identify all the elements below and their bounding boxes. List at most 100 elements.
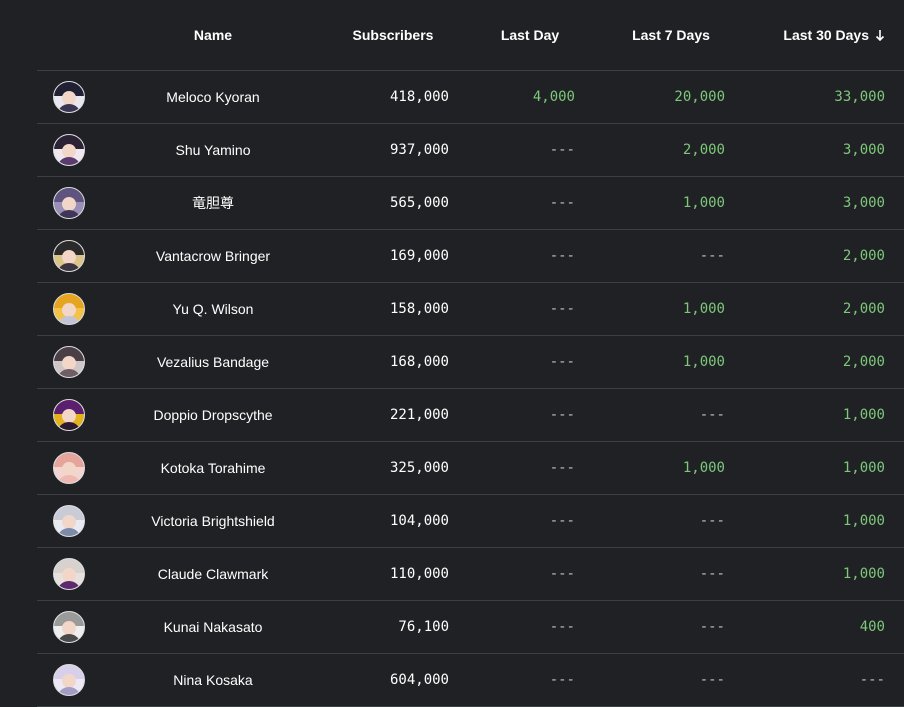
- last-day-change: ---: [549, 301, 575, 317]
- avatar[interactable]: [53, 346, 85, 378]
- avatar[interactable]: [53, 81, 85, 113]
- last-day-change: ---: [549, 619, 575, 635]
- last-day-change: ---: [549, 248, 575, 264]
- avatar-cell: [53, 389, 85, 441]
- subscriber-count: 221,000: [389, 407, 449, 423]
- channel-name[interactable]: Claude Clawmark: [133, 548, 293, 600]
- channel-name[interactable]: Doppio Dropscythe: [133, 389, 293, 441]
- last-day-change: ---: [549, 460, 575, 476]
- avatar-body: [57, 528, 81, 536]
- last-7-days-change: 1,000: [682, 301, 725, 317]
- table-row[interactable]: Victoria Brightshield 104,000 --- --- 1,000: [37, 495, 904, 548]
- channel-name[interactable]: Yu Q. Wilson: [133, 283, 293, 335]
- avatar-face: [62, 409, 76, 423]
- avatar-face: [62, 515, 76, 529]
- last-7-days-change: 20,000: [674, 89, 725, 105]
- table-row[interactable]: Nina Kosaka 604,000 --- --- ---: [37, 654, 904, 707]
- channel-name[interactable]: Meloco Kyoran: [133, 71, 293, 123]
- last-7-days-change: ---: [699, 513, 725, 529]
- channel-name[interactable]: Kunai Nakasato: [133, 601, 293, 653]
- avatar-cell: [53, 124, 85, 176]
- last-30-days-change: 2,000: [842, 301, 885, 317]
- last-day-change: ---: [549, 672, 575, 688]
- last-30-days-change: 1,000: [842, 407, 885, 423]
- subscriber-count: 937,000: [389, 142, 449, 158]
- avatar[interactable]: [53, 558, 85, 590]
- channel-name[interactable]: Victoria Brightshield: [133, 495, 293, 547]
- subscriber-count: 325,000: [389, 460, 449, 476]
- table-row[interactable]: Shu Yamino 937,000 --- 2,000 3,000: [37, 124, 904, 177]
- avatar-face: [62, 303, 76, 317]
- table-header: Name Subscribers Last Day Last 7 Days La…: [37, 0, 904, 71]
- column-header-last-7-days[interactable]: Last 7 Days: [615, 0, 727, 70]
- table-row[interactable]: Meloco Kyoran 418,000 4,000 20,000 33,000: [37, 71, 904, 124]
- avatar[interactable]: [53, 452, 85, 484]
- last-30-days-change: 400: [859, 619, 885, 635]
- avatar[interactable]: [53, 399, 85, 431]
- avatar-face: [62, 250, 76, 264]
- table-row[interactable]: Vezalius Bandage 168,000 --- 1,000 2,000: [37, 336, 904, 389]
- last-day-change: ---: [549, 513, 575, 529]
- avatar[interactable]: [53, 240, 85, 272]
- column-header-last-day[interactable]: Last Day: [489, 0, 571, 70]
- table-row[interactable]: Claude Clawmark 110,000 --- --- 1,000: [37, 548, 904, 601]
- subscriber-count: 76,100: [398, 619, 449, 635]
- channel-name[interactable]: Kotoka Torahime: [133, 442, 293, 494]
- avatar-face: [62, 674, 76, 688]
- avatar[interactable]: [53, 134, 85, 166]
- avatar[interactable]: [53, 664, 85, 696]
- avatar-body: [57, 369, 81, 377]
- subscriber-count: 565,000: [389, 195, 449, 211]
- subscriber-table: Name Subscribers Last Day Last 7 Days La…: [37, 0, 904, 707]
- avatar-body: [57, 157, 81, 165]
- avatar-face: [62, 91, 76, 105]
- last-7-days-change: ---: [699, 248, 725, 264]
- column-header-last-30-days-label: Last 30 Days: [783, 27, 869, 43]
- avatar-face: [62, 144, 76, 158]
- last-day-change: ---: [549, 354, 575, 370]
- avatar-body: [57, 210, 81, 218]
- channel-name[interactable]: Shu Yamino: [133, 124, 293, 176]
- subscriber-count: 418,000: [389, 89, 449, 105]
- last-7-days-change: 1,000: [682, 195, 725, 211]
- avatar-body: [57, 263, 81, 271]
- last-30-days-change: 1,000: [842, 513, 885, 529]
- column-header-subscribers[interactable]: Subscribers: [333, 0, 453, 70]
- last-30-days-change: 3,000: [842, 142, 885, 158]
- channel-name[interactable]: Vantacrow Bringer: [133, 230, 293, 282]
- subscriber-count: 104,000: [389, 513, 449, 529]
- last-7-days-change: ---: [699, 619, 725, 635]
- avatar-body: [57, 581, 81, 589]
- avatar-body: [57, 634, 81, 642]
- table-row[interactable]: Kotoka Torahime 325,000 --- 1,000 1,000: [37, 442, 904, 495]
- avatar-cell: [53, 336, 85, 388]
- column-header-last-30-days[interactable]: Last 30 Days: [725, 0, 885, 70]
- last-7-days-change: 2,000: [682, 142, 725, 158]
- channel-name[interactable]: Nina Kosaka: [133, 654, 293, 706]
- avatar[interactable]: [53, 505, 85, 537]
- last-day-change: ---: [549, 195, 575, 211]
- avatar[interactable]: [53, 611, 85, 643]
- last-day-change: ---: [549, 142, 575, 158]
- last-day-change: 4,000: [532, 89, 575, 105]
- table-row[interactable]: Yu Q. Wilson 158,000 --- 1,000 2,000: [37, 283, 904, 336]
- arrow-down-icon[interactable]: [875, 29, 885, 41]
- avatar-face: [62, 568, 76, 582]
- avatar[interactable]: [53, 187, 85, 219]
- avatar-face: [62, 356, 76, 370]
- channel-name[interactable]: Vezalius Bandage: [133, 336, 293, 388]
- column-header-name[interactable]: Name: [133, 0, 293, 70]
- subscriber-count: 604,000: [389, 672, 449, 688]
- last-day-change: ---: [549, 566, 575, 582]
- last-30-days-change: 2,000: [842, 354, 885, 370]
- avatar[interactable]: [53, 293, 85, 325]
- avatar-body: [57, 475, 81, 483]
- table-row[interactable]: Vantacrow Bringer 169,000 --- --- 2,000: [37, 230, 904, 283]
- avatar-face: [62, 462, 76, 476]
- table-row[interactable]: 竜胆尊 565,000 --- 1,000 3,000: [37, 177, 904, 230]
- table-row[interactable]: Kunai Nakasato 76,100 --- --- 400: [37, 601, 904, 654]
- avatar-cell: [53, 601, 85, 653]
- avatar-cell: [53, 548, 85, 600]
- table-row[interactable]: Doppio Dropscythe 221,000 --- --- 1,000: [37, 389, 904, 442]
- channel-name[interactable]: 竜胆尊: [133, 177, 293, 229]
